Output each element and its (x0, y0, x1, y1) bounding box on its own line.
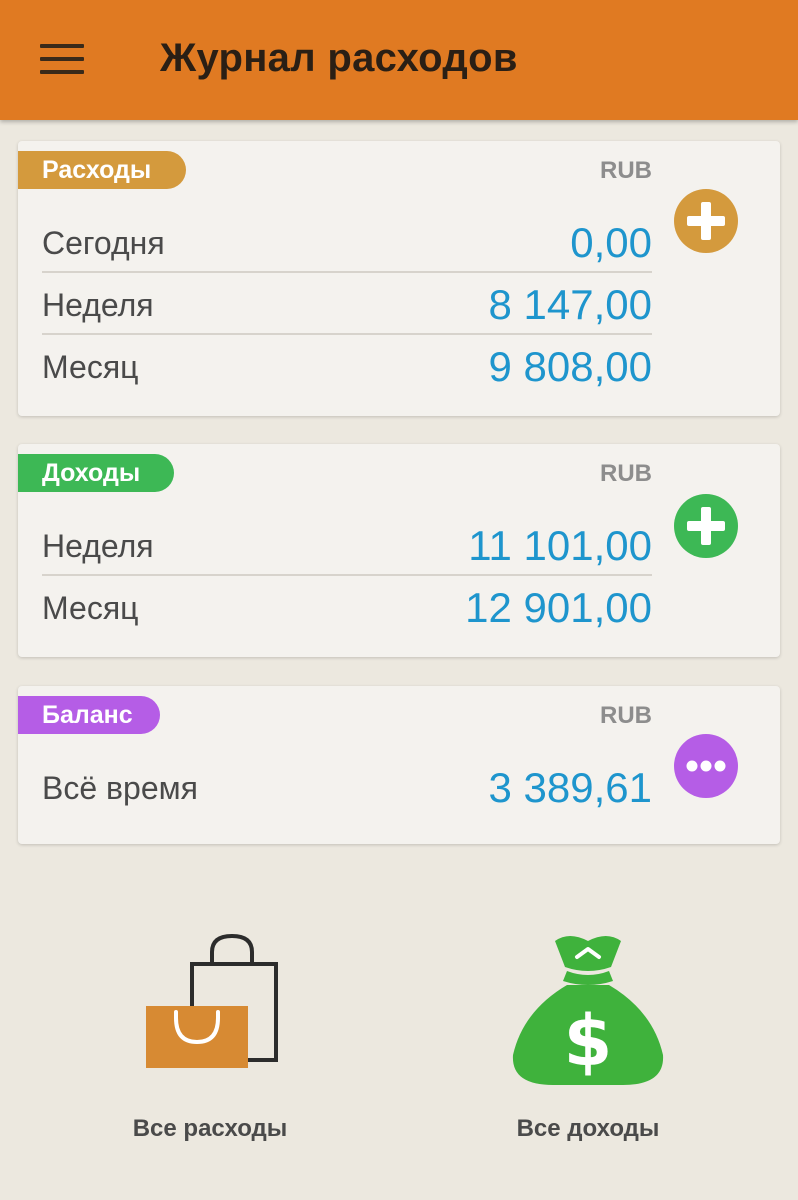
balance-currency: RUB (600, 702, 652, 729)
all-income-label: Все доходы (516, 1115, 660, 1142)
menu-icon[interactable] (40, 44, 84, 76)
row-value: 8 147,00 (488, 281, 653, 328)
row-label: Месяц (42, 349, 139, 385)
income-card[interactable]: Доходы RUB Неделя 11 101,00 Месяц 12 901… (18, 444, 780, 657)
money-bag-icon: $ (512, 936, 664, 1085)
row-value: 3 389,61 (488, 764, 653, 811)
more-dots-icon (686, 760, 726, 772)
expenses-card[interactable]: Расходы RUB Сегодня 0,00 Неделя 8 147,00… (18, 141, 780, 416)
add-income-button[interactable] (674, 494, 738, 558)
svg-text:$: $ (564, 1000, 613, 1082)
plus-icon (687, 202, 725, 240)
row-label: Сегодня (42, 225, 165, 261)
shopping-bags-icon (146, 933, 278, 1068)
income-badge: Доходы (18, 454, 174, 492)
row-value: 9 808,00 (488, 343, 653, 390)
app-bar: Журнал расходов (0, 0, 798, 120)
balance-card[interactable]: Баланс RUB Всё время 3 389,61 (18, 686, 780, 844)
add-expense-button[interactable] (674, 189, 738, 253)
all-expenses-label: Все расходы (132, 1115, 288, 1142)
expenses-row-month: Месяц 9 808,00 (42, 335, 652, 397)
row-label: Неделя (42, 287, 154, 323)
row-label: Всё время (42, 770, 198, 806)
row-value: 11 101,00 (468, 522, 652, 569)
income-currency: RUB (600, 460, 652, 487)
row-value: 12 901,00 (465, 584, 652, 631)
expenses-row-today: Сегодня 0,00 (42, 211, 652, 273)
row-label: Неделя (42, 528, 154, 564)
plus-icon (687, 507, 725, 545)
expenses-row-week: Неделя 8 147,00 (42, 273, 652, 335)
balance-badge: Баланс (18, 696, 160, 734)
expenses-currency: RUB (600, 157, 652, 184)
row-value: 0,00 (570, 219, 652, 266)
all-income-button[interactable]: $ Все доходы (458, 925, 718, 1142)
balance-row-all-time: Всё время 3 389,61 (42, 756, 652, 818)
income-row-week: Неделя 11 101,00 (42, 514, 652, 576)
income-row-month: Месяц 12 901,00 (42, 576, 652, 638)
row-label: Месяц (42, 590, 139, 626)
balance-more-button[interactable] (674, 734, 738, 798)
all-expenses-button[interactable]: Все расходы (80, 930, 340, 1142)
app-title: Журнал расходов (160, 36, 518, 80)
expenses-badge: Расходы (18, 151, 186, 189)
